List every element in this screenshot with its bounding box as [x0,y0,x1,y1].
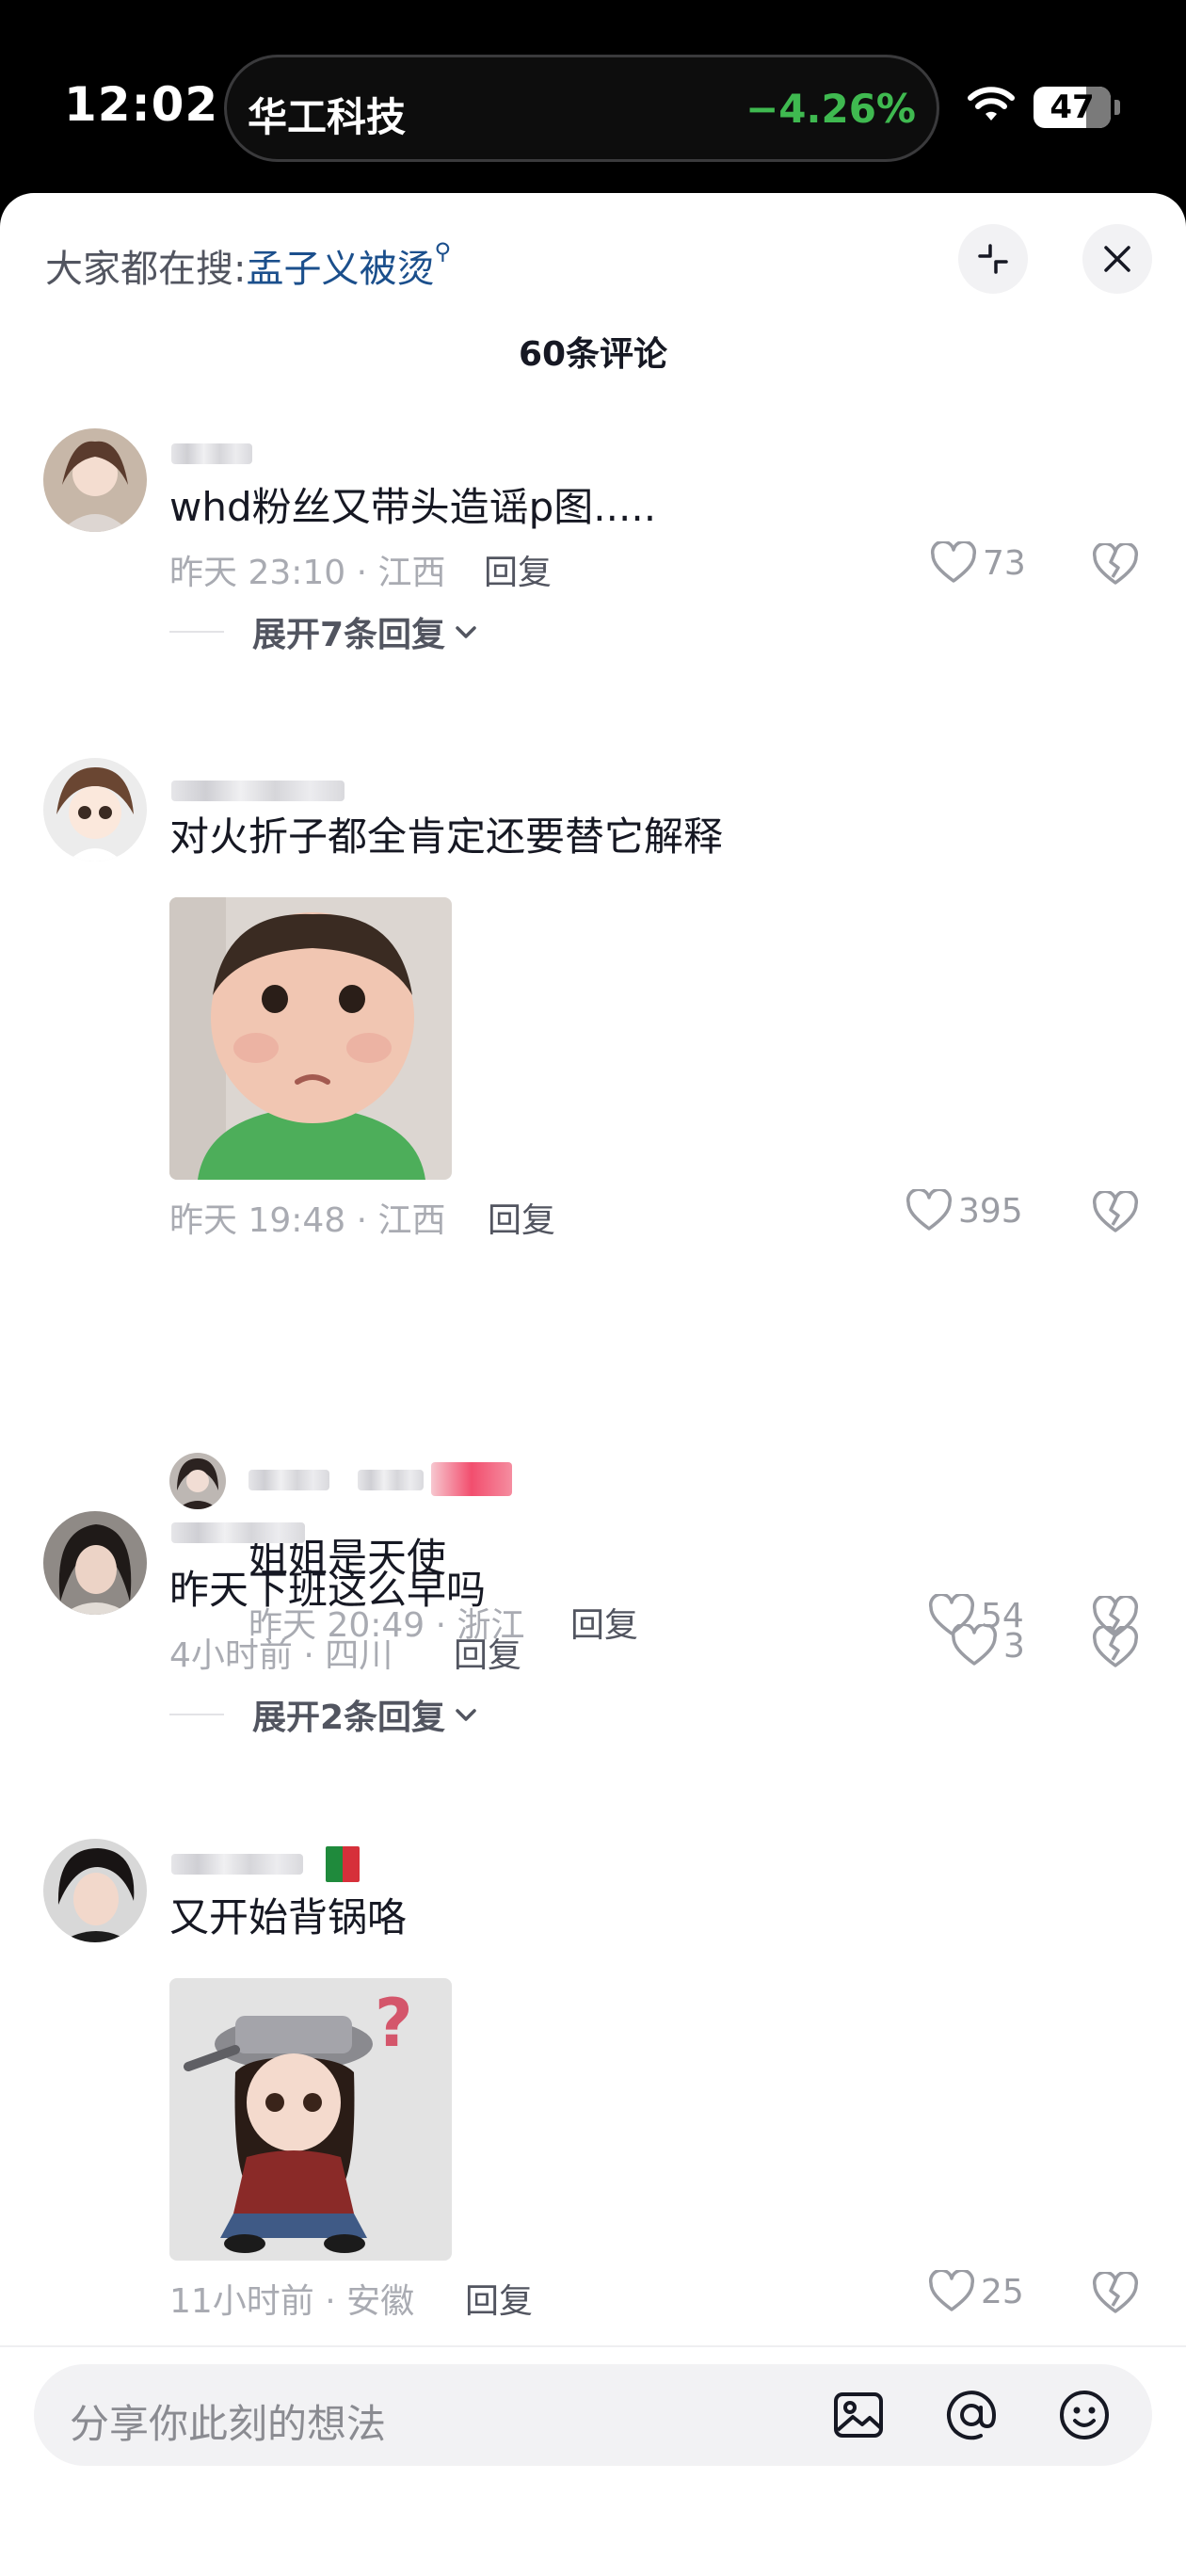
emoji-icon[interactable] [1056,2387,1113,2443]
collapse-button[interactable] [958,224,1028,294]
wifi-icon [968,87,1015,121]
reply-button[interactable]: 回复 [465,2274,533,2323]
comment-time-location: 11小时前 · 安徽 [169,2282,415,2321]
expand-replies-label: 展开7条回复 [252,616,446,654]
comment-text: 又开始背锅咯 [169,1894,408,1940]
chevron-down-icon [456,626,476,638]
comment-item: whd粉丝又带头造谣p图..... 昨天 23:10 · 江西 回复 73 展开… [0,428,1186,711]
image-icon[interactable] [830,2387,887,2443]
comment-input[interactable]: 分享你此刻的想法 [34,2364,1152,2466]
like-count: 73 [983,543,1026,583]
battery-level: 47 [1050,89,1095,126]
dislike-broken-heart-icon[interactable] [1092,1191,1139,1234]
close-button[interactable] [1082,224,1152,294]
comment-text: 昨天下班这么早吗 [169,1567,487,1613]
stock-live-activity[interactable]: 华工科技 −4.26% [224,55,939,162]
reply-button[interactable]: 回复 [484,545,552,594]
comment-item: 对火折子都全肯定还要替它解释 昨天 19:48 · 江西 回复 395 [0,758,1186,1417]
trending-search-label: 大家都在搜: [45,248,247,291]
username-blurred[interactable] [171,1854,303,1875]
svg-text:?: ? [375,1985,413,2062]
collapse-arrows-icon [978,244,1008,274]
like-button[interactable]: 395 [906,1189,1023,1232]
like-button[interactable]: 3 [951,1624,1025,1667]
avatar[interactable] [43,428,147,532]
battery-indicator: 47 [1034,87,1111,128]
at-mention-icon[interactable] [943,2387,1000,2443]
expand-replies-button[interactable]: 展开7条回复 [169,607,479,656]
heart-icon [906,1189,953,1231]
expand-replies-button[interactable]: 展开2条回复 [169,1690,479,1739]
username-blurred[interactable] [171,1522,305,1543]
badge-blurred [431,1462,512,1496]
comments-sheet: 大家都在搜:孟子义被烫⚲ 60条评论 whd粉丝又带头造谣p图..... 昨天 … [0,193,1186,2576]
comment-time-location: 4小时前 · 四川 [169,1636,393,1675]
battery-tip [1114,100,1120,115]
comment-item: 昨天下班这么早吗 4小时前 · 四川 回复 3 展开2条回复 [0,1511,1186,1794]
comment-text: whd粉丝又带头造谣p图..... [169,484,657,530]
comment-count: 60条评论 [518,335,668,374]
like-button[interactable]: 73 [930,541,1026,585]
like-count: 395 [958,1191,1023,1231]
dislike-broken-heart-icon[interactable] [1092,1626,1139,1669]
comment-time-location: 昨天 23:10 · 江西 [169,554,446,592]
comment-image-sad-toddler[interactable] [169,897,452,1180]
dislike-broken-heart-icon[interactable] [1092,543,1139,587]
avatar[interactable] [169,1453,226,1509]
flag-badge [326,1846,360,1882]
input-divider [0,2345,1186,2347]
chevron-down-icon [456,1709,476,1721]
status-bar: 12:02 华工科技 −4.26% 47 [0,0,1186,193]
comment-image-girl-with-pot[interactable]: ? [169,1978,452,2261]
expand-replies-label: 展开2条回复 [252,1699,446,1737]
comment-input-placeholder[interactable]: 分享你此刻的想法 [70,2392,386,2450]
trending-search-keyword[interactable]: 孟子义被烫 [246,248,434,291]
heart-icon [928,2270,975,2311]
like-button[interactable]: 25 [928,2270,1024,2313]
username-blurred[interactable] [171,443,252,464]
username-blurred[interactable] [248,1470,329,1490]
reply-button[interactable]: 回复 [454,1628,521,1677]
heart-icon [951,1624,998,1666]
like-count: 3 [1003,1626,1025,1666]
stock-change: −4.26% [745,86,916,132]
close-icon [1104,246,1130,272]
avatar[interactable] [43,758,147,861]
username-blurred-part [358,1470,424,1490]
comment-time-location: 昨天 19:48 · 江西 [169,1201,446,1240]
search-icon: ⚲ [434,238,452,265]
like-count: 25 [981,2272,1024,2311]
avatar[interactable] [43,1511,147,1615]
avatar[interactable] [43,1839,147,1942]
stock-name: 华工科技 [248,94,407,140]
username-blurred[interactable] [171,781,345,801]
heart-icon [930,541,977,583]
status-time: 12:02 [64,77,219,132]
dislike-broken-heart-icon[interactable] [1092,2272,1139,2315]
comment-text: 对火折子都全肯定还要替它解释 [169,813,724,860]
trending-search[interactable]: 大家都在搜:孟子义被烫⚲ [45,238,451,293]
reply-button[interactable]: 回复 [488,1193,555,1242]
